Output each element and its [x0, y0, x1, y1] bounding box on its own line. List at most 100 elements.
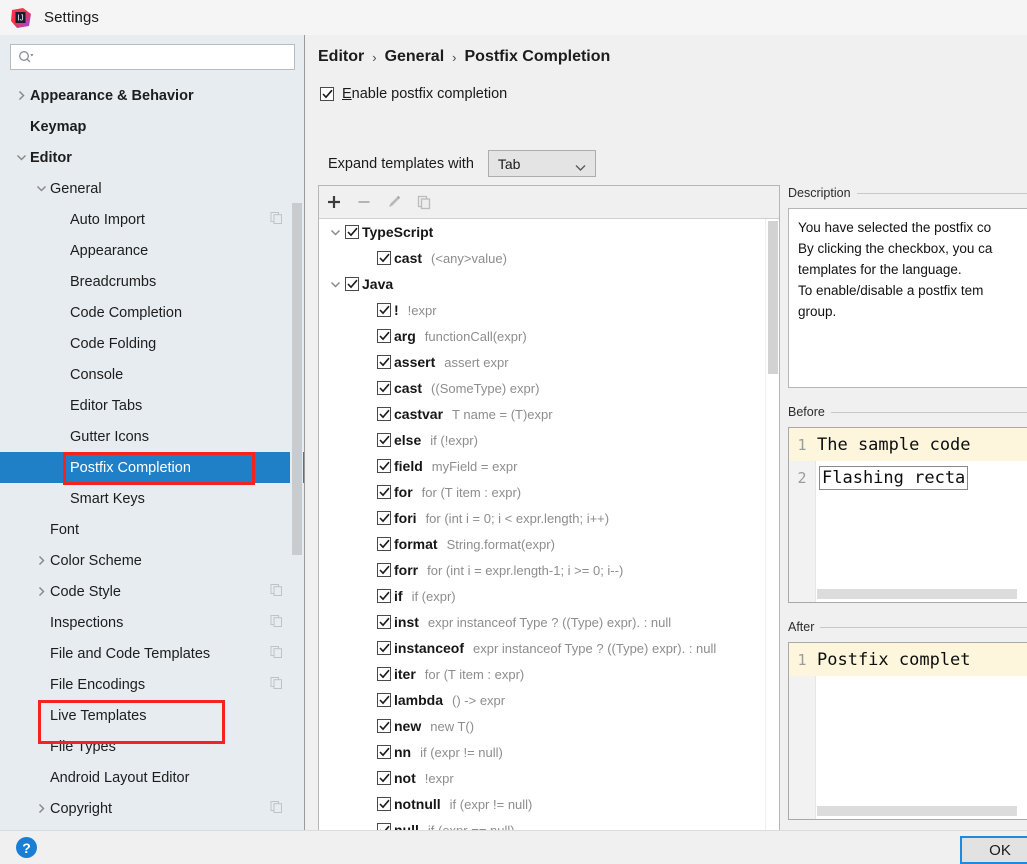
- template-row[interactable]: new new T(): [319, 713, 779, 739]
- breadcrumb-item: Postfix Completion: [464, 48, 611, 65]
- sidebar-item-editor-tabs[interactable]: Editor Tabs: [0, 390, 304, 421]
- sidebar-item-file-and-code-templates[interactable]: File and Code Templates: [0, 638, 304, 669]
- ok-button[interactable]: OK: [960, 836, 1027, 864]
- chevron-down-icon[interactable]: [327, 276, 343, 292]
- sidebar-scrollbar[interactable]: [290, 80, 303, 828]
- chevron-right-icon[interactable]: [34, 585, 48, 599]
- template-row[interactable]: if if (expr): [319, 583, 779, 609]
- template-row[interactable]: inst expr instanceof Type ? ((Type) expr)…: [319, 609, 779, 635]
- template-checkbox[interactable]: [377, 381, 391, 395]
- sidebar-item-postfix-completion[interactable]: Postfix Completion: [0, 452, 304, 483]
- chevron-right-icon[interactable]: [34, 802, 48, 816]
- template-row[interactable]: castvar T name = (T)expr: [319, 401, 779, 427]
- template-checkbox[interactable]: [377, 485, 391, 499]
- template-checkbox[interactable]: [377, 251, 391, 265]
- sidebar-item-code-folding[interactable]: Code Folding: [0, 328, 304, 359]
- sidebar-item-android-layout-editor[interactable]: Android Layout Editor: [0, 762, 304, 793]
- template-checkbox[interactable]: [345, 277, 359, 291]
- sidebar-item-general[interactable]: General: [0, 173, 304, 204]
- sidebar-item-auto-import[interactable]: Auto Import: [0, 204, 304, 235]
- edit-template-button[interactable]: [379, 188, 409, 216]
- template-checkbox[interactable]: [377, 719, 391, 733]
- template-checkbox[interactable]: [377, 667, 391, 681]
- after-horizontal-scrollbar[interactable]: [817, 806, 1017, 816]
- template-checkbox[interactable]: [377, 355, 391, 369]
- chevron-down-icon: [330, 281, 340, 288]
- template-checkbox[interactable]: [345, 225, 359, 239]
- template-checkbox[interactable]: [377, 303, 391, 317]
- template-row[interactable]: instanceof expr instanceof Type ? ((Type)…: [319, 635, 779, 661]
- template-row[interactable]: not !expr: [319, 765, 779, 791]
- template-row[interactable]: cast (<any>value): [319, 245, 779, 271]
- sidebar-item-live-templates[interactable]: Live Templates: [0, 700, 304, 731]
- sidebar-scrollbar-thumb[interactable]: [292, 203, 302, 555]
- template-row[interactable]: nn if (expr != null): [319, 739, 779, 765]
- help-button[interactable]: ?: [16, 837, 37, 858]
- chevron-down-icon[interactable]: [327, 224, 343, 240]
- sidebar-item-editor[interactable]: Editor: [0, 142, 304, 173]
- template-checkbox[interactable]: [377, 771, 391, 785]
- sidebar-item-file-encodings[interactable]: File Encodings: [0, 669, 304, 700]
- sidebar-item-label: Copyright: [50, 800, 113, 817]
- template-checkbox[interactable]: [377, 641, 391, 655]
- sidebar-item-inspections[interactable]: Inspections: [0, 607, 304, 638]
- enable-postfix-completion-row[interactable]: Enable postfix completion: [320, 86, 507, 102]
- sidebar-item-font[interactable]: Font: [0, 514, 304, 545]
- template-description: functionCall(expr): [424, 328, 527, 344]
- template-row[interactable]: cast ((SomeType) expr): [319, 375, 779, 401]
- chevron-right-icon[interactable]: [34, 554, 48, 568]
- template-checkbox[interactable]: [377, 511, 391, 525]
- template-group-row[interactable]: Java: [319, 271, 779, 297]
- template-checkbox[interactable]: [377, 433, 391, 447]
- sidebar-item-appearance[interactable]: Appearance: [0, 235, 304, 266]
- template-checkbox[interactable]: [377, 589, 391, 603]
- sidebar-item-breadcrumbs[interactable]: Breadcrumbs: [0, 266, 304, 297]
- chevron-down-icon[interactable]: [34, 182, 48, 196]
- sidebar-item-color-scheme[interactable]: Color Scheme: [0, 545, 304, 576]
- template-checkbox[interactable]: [377, 459, 391, 473]
- template-row[interactable]: assert assert expr: [319, 349, 779, 375]
- template-row[interactable]: arg functionCall(expr): [319, 323, 779, 349]
- template-checkbox[interactable]: [377, 563, 391, 577]
- sidebar-item-appearance-behavior[interactable]: Appearance & Behavior: [0, 80, 304, 111]
- templates-scrollbar-thumb[interactable]: [768, 221, 778, 374]
- template-checkbox[interactable]: [377, 745, 391, 759]
- template-row[interactable]: field myField = expr: [319, 453, 779, 479]
- expand-templates-dropdown[interactable]: Tab: [487, 150, 596, 177]
- before-horizontal-scrollbar[interactable]: [817, 589, 1017, 599]
- template-checkbox[interactable]: [377, 615, 391, 629]
- template-checkbox[interactable]: [377, 537, 391, 551]
- template-checkbox[interactable]: [377, 329, 391, 343]
- template-checkbox[interactable]: [377, 797, 391, 811]
- sidebar-item-copyright[interactable]: Copyright: [0, 793, 304, 824]
- enable-postfix-completion-checkbox[interactable]: [320, 87, 334, 101]
- add-template-button[interactable]: [319, 188, 349, 216]
- remove-template-button[interactable]: [349, 188, 379, 216]
- sidebar-item-code-completion[interactable]: Code Completion: [0, 297, 304, 328]
- sidebar-item-gutter-icons[interactable]: Gutter Icons: [0, 421, 304, 452]
- sidebar-item-file-types[interactable]: File Types: [0, 731, 304, 762]
- template-row[interactable]: ! !expr: [319, 297, 779, 323]
- template-row[interactable]: format String.format(expr): [319, 531, 779, 557]
- template-group-row[interactable]: TypeScript: [319, 219, 779, 245]
- template-row[interactable]: fori for (int i = 0; i < expr.length; i++…: [319, 505, 779, 531]
- sidebar-item-code-style[interactable]: Code Style: [0, 576, 304, 607]
- template-row[interactable]: lambda () -> expr: [319, 687, 779, 713]
- search-field[interactable]: [10, 44, 295, 70]
- sidebar-item-console[interactable]: Console: [0, 359, 304, 390]
- search-input[interactable]: [34, 46, 294, 68]
- sidebar-item-keymap[interactable]: Keymap: [0, 111, 304, 142]
- template-checkbox[interactable]: [377, 693, 391, 707]
- template-checkbox[interactable]: [377, 407, 391, 421]
- description-line: templates for the language.: [798, 262, 962, 277]
- copy-template-button[interactable]: [409, 188, 439, 216]
- chevron-right-icon[interactable]: [14, 89, 28, 103]
- chevron-down-icon[interactable]: [14, 151, 28, 165]
- template-row[interactable]: notnull if (expr != null): [319, 791, 779, 817]
- templates-scrollbar[interactable]: [765, 219, 779, 849]
- template-row[interactable]: forr for (int i = expr.length-1; i >= 0; …: [319, 557, 779, 583]
- sidebar-item-smart-keys[interactable]: Smart Keys: [0, 483, 304, 514]
- template-row[interactable]: else if (!expr): [319, 427, 779, 453]
- template-row[interactable]: iter for (T item : expr): [319, 661, 779, 687]
- template-row[interactable]: for for (T item : expr): [319, 479, 779, 505]
